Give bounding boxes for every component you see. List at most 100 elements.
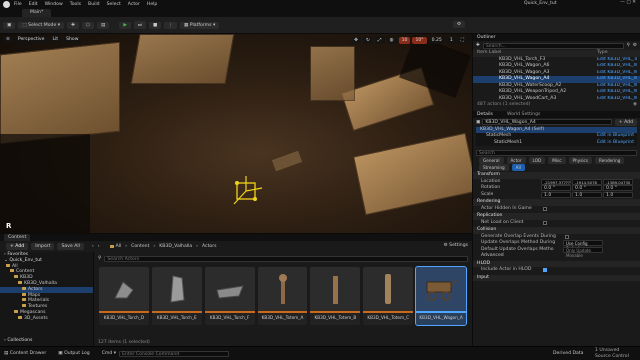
menu-build[interactable]: Build [88, 2, 100, 7]
maximize-viewport-icon[interactable]: ⛶ [457, 36, 467, 44]
filter-tab-rendering[interactable]: Rendering [595, 157, 625, 164]
asset-tile[interactable]: KB3D_VHL_Totem_C [363, 267, 414, 325]
scale-z-field[interactable]: 1.0 [603, 191, 633, 198]
filter-tab-misc[interactable]: Misc [548, 157, 566, 164]
asset-tile[interactable]: KB3D_VHL_Torch_E [151, 267, 202, 325]
net-load-checkbox[interactable] [543, 220, 547, 225]
add-component-button[interactable]: + Add [614, 118, 637, 126]
window-controls[interactable]: — ▢ ✕ [620, 0, 636, 5]
settings-button[interactable]: ⚙ Settings [444, 243, 468, 248]
scale-tool-icon[interactable]: ⤢ [374, 36, 385, 44]
filter-icon[interactable]: ⚲ [98, 256, 101, 261]
asset-tile-selected[interactable]: KB3D_VHL_Wagon_A [415, 266, 468, 326]
world-settings-tab[interactable]: World Settings [507, 111, 540, 118]
component-row[interactable]: StaticMesh1 Edit in Blueprint [476, 140, 637, 147]
save-icon[interactable]: ▣ [3, 21, 16, 29]
stop-icon[interactable]: ■ [149, 21, 162, 29]
breadcrumb-item[interactable]: Content [131, 244, 149, 249]
play-button[interactable]: ▶ [119, 21, 131, 29]
settings-icon[interactable]: ⚙ [453, 21, 466, 28]
angle-snap-button[interactable]: 10° [412, 36, 427, 44]
breadcrumb-item[interactable]: KB3D_Valhalla [159, 244, 192, 249]
rotate-tool-icon[interactable]: ↻ [363, 36, 373, 44]
default-update-select[interactable]: Only Update Movable [563, 246, 603, 258]
scale-x-field[interactable]: 1.0 [541, 191, 571, 198]
outliner-row-type[interactable]: Edit KB3D_VHL_Wo [597, 96, 637, 103]
advanced-row[interactable]: Advanced [473, 253, 640, 260]
asset-tile[interactable]: KB3D_VHL_Totem_A [257, 267, 308, 325]
play-options-icon[interactable]: ⋮ [164, 21, 177, 29]
scale-snap-button[interactable]: 0.25 [428, 36, 445, 44]
forward-icon[interactable]: › [98, 244, 100, 249]
edit-in-blueprint-link[interactable]: Edit in Blueprint [597, 140, 634, 147]
filter-icon[interactable]: ⚲ [627, 43, 630, 48]
rotation-y-field[interactable]: 0.0 ° [572, 185, 602, 192]
include-hlod-checkbox[interactable] [543, 268, 547, 273]
output-log-button[interactable]: ▣ Output Log [58, 351, 89, 356]
back-icon[interactable]: ‹ [92, 244, 94, 249]
unsaved-button[interactable]: 1 Unsaved [595, 348, 619, 353]
outliner-search-input[interactable]: Search... [482, 42, 624, 49]
asset-tile[interactable]: KB3D_VHL_Torch_F [204, 267, 255, 325]
location-x-field[interactable]: -21997.377?? [541, 178, 571, 185]
lit-button[interactable]: Lit [49, 36, 62, 43]
level-tab[interactable]: Main* [22, 9, 52, 17]
menu-actor[interactable]: Actor [128, 2, 140, 7]
add-button[interactable]: + Add [6, 243, 29, 250]
gear-icon[interactable]: ⚙ [633, 43, 637, 48]
filter-tab-all[interactable]: All [511, 164, 525, 171]
save-all-button[interactable]: Save All [57, 243, 84, 250]
skip-icon[interactable]: ⏭ [133, 21, 146, 29]
update-overlaps-select[interactable]: Use Config Default [563, 240, 603, 251]
filter-tab-general[interactable]: General [479, 157, 504, 164]
generate-overlap-checkbox[interactable] [565, 234, 569, 239]
filter-tab-lod[interactable]: LOD [528, 157, 546, 164]
details-search-input[interactable]: Search [476, 149, 637, 156]
view-options-icon[interactable]: ◉ [633, 102, 637, 109]
folder-item[interactable]: 3D_Assets [0, 315, 93, 322]
menu-file[interactable]: File [14, 2, 22, 7]
asset-tile[interactable]: KB3D_VHL_Torch_D [99, 267, 149, 325]
filter-tab-streaming[interactable]: Streaming [479, 164, 509, 171]
viewport-options-icon[interactable]: ≡ [3, 36, 13, 43]
level-viewport[interactable]: ≡ Perspective Lit Show ✥ ↻ ⤢ ◍ 10 10° 0.… [0, 34, 472, 233]
location-z-field[interactable]: -1389.04730 [603, 178, 633, 185]
breadcrumb-item[interactable]: All [116, 244, 122, 249]
menu-tools[interactable]: Tools [70, 2, 81, 7]
rotation-x-field[interactable]: 0.0 ° [541, 185, 571, 192]
menu-edit[interactable]: Edit [29, 2, 38, 7]
platforms-button[interactable]: ▦ Platforms ▾ [179, 21, 220, 29]
add-content-icon[interactable]: ✚ [67, 21, 79, 29]
world-local-icon[interactable]: ◍ [386, 36, 397, 44]
grid-snap-button[interactable]: 10 [398, 36, 411, 44]
blueprint-icon[interactable]: ⬡ [81, 21, 94, 29]
cart-object[interactable] [270, 149, 304, 173]
location-y-field[interactable]: -1914.5078 [572, 178, 602, 185]
cinematics-icon[interactable]: ▤ [96, 21, 110, 29]
details-tab[interactable]: Details [477, 111, 493, 118]
scale-y-field[interactable]: 1.0 [572, 191, 602, 198]
content-drawer-button[interactable]: ▤ Content Drawer [4, 351, 46, 356]
unreal-logo-icon[interactable] [3, 1, 10, 8]
filter-tab-physics[interactable]: Physics [568, 157, 593, 164]
derived-data-button[interactable]: Derived Data [553, 351, 583, 356]
import-button[interactable]: Import [31, 243, 55, 250]
actor-hidden-checkbox[interactable] [543, 206, 547, 211]
menu-help[interactable]: Help [147, 2, 157, 7]
transform-gizmo[interactable] [228, 174, 268, 214]
input-section-header[interactable]: Input [473, 274, 640, 281]
show-button[interactable]: Show [63, 36, 82, 43]
source-control-button[interactable]: Source Control [595, 354, 629, 359]
select-mode-button[interactable]: ⬚ Select Mode ▾ [18, 21, 65, 29]
menu-select[interactable]: Select [107, 2, 121, 7]
collections-header[interactable]: › Collections [0, 338, 94, 344]
cmd-button[interactable]: Cmd ▾ [102, 351, 116, 356]
camera-speed-button[interactable]: 1 [446, 36, 456, 44]
menu-window[interactable]: Window [45, 2, 63, 7]
move-tool-icon[interactable]: ✥ [351, 36, 362, 44]
content-tab[interactable]: Content [4, 234, 31, 241]
perspective-button[interactable]: Perspective [14, 36, 48, 43]
asset-tile[interactable]: KB3D_VHL_Totem_B [310, 267, 361, 325]
rotation-z-field[interactable]: 0.0 ° [603, 185, 633, 192]
asset-search-input[interactable]: Search Actors [104, 255, 468, 262]
